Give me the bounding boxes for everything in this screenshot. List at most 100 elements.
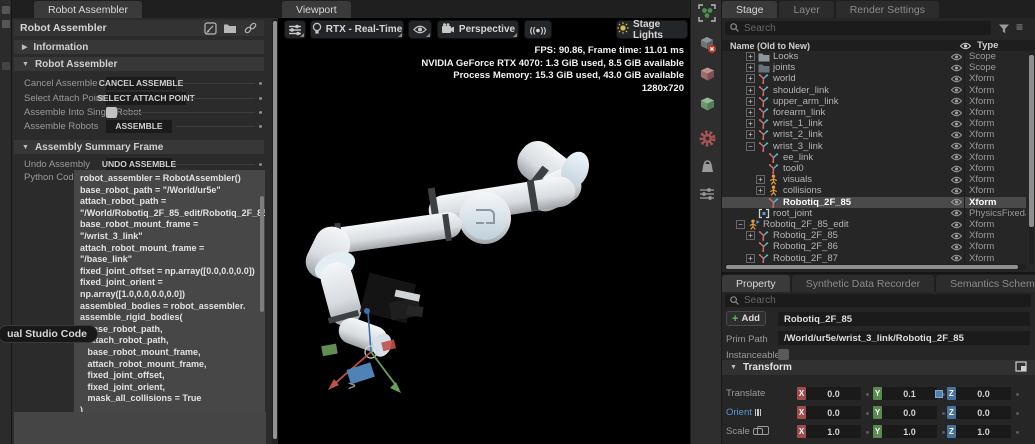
add-property-button[interactable]: + Add (726, 311, 766, 326)
reset-dot[interactable] (1016, 393, 1019, 396)
expander-icon[interactable]: + (746, 253, 755, 263)
expander-icon[interactable]: − (746, 141, 755, 151)
expander-icon[interactable]: + (746, 63, 755, 73)
expander-icon[interactable]: + (746, 96, 755, 106)
visibility-eye-icon[interactable] (948, 221, 964, 229)
scale-x-field[interactable]: 1.0 (806, 425, 861, 438)
dock-icon[interactable] (2, 20, 10, 28)
translate-x-field[interactable]: 0.0 (806, 387, 861, 400)
prim-name[interactable]: Robotiq_2F_87 (771, 253, 948, 263)
tab-property[interactable]: Property (722, 275, 790, 292)
prim-name[interactable]: forearm_link (771, 107, 948, 118)
stage-row-Robotiq_2F_85_edit[interactable]: − Robotiq_2F_85_edit Xform (722, 219, 1026, 231)
collider-cube-red-icon[interactable] (695, 62, 719, 86)
dock-icon[interactable] (2, 62, 10, 70)
expander-icon[interactable]: + (756, 186, 765, 196)
visibility-eye-icon[interactable] (948, 131, 964, 139)
visibility-eye-icon[interactable] (948, 97, 964, 105)
tab-stage[interactable]: Stage (722, 1, 778, 18)
reset-dot[interactable] (259, 162, 262, 166)
expander-icon[interactable]: − (736, 220, 745, 230)
visibility-eye-icon[interactable] (948, 53, 964, 61)
reset-dot[interactable] (259, 81, 262, 85)
open-folder-icon[interactable] (222, 22, 238, 35)
python-code-field[interactable]: robot_assembler = RobotAssembler() base_… (74, 170, 265, 412)
reset-dot[interactable] (1016, 412, 1019, 415)
visibility-button[interactable] (408, 20, 432, 39)
stage-horizontal-scrollbar[interactable] (724, 264, 1026, 270)
reset-dot[interactable] (866, 412, 869, 415)
edit-icon[interactable] (202, 21, 218, 35)
reset-dot[interactable] (259, 124, 262, 128)
stage-row-upper_arm_link[interactable]: + upper_arm_link Xform (722, 95, 1026, 107)
renderer-dropdown[interactable]: RTX - Real-Time (310, 20, 404, 39)
assemble-button[interactable]: ASSEMBLE (106, 119, 172, 133)
prim-name[interactable]: wrist_2_link (771, 129, 948, 140)
stage-row-Robotiq_2F_86[interactable]: Robotiq_2F_86 Xform (722, 241, 1026, 253)
reset-dot[interactable] (942, 412, 945, 415)
scale-z-field[interactable]: 1.0 (956, 425, 1011, 438)
stage-vertical-scrollbar[interactable] (1029, 52, 1034, 264)
column-type[interactable]: Type (973, 40, 1035, 51)
expander-icon[interactable]: + (756, 175, 765, 185)
prim-name[interactable]: root_joint (771, 208, 948, 219)
expander-icon[interactable]: + (746, 52, 755, 62)
expander-icon[interactable]: + (746, 74, 755, 84)
stage-search-input[interactable]: Search (725, 21, 991, 35)
prim-name[interactable]: wrist_3_link (771, 141, 948, 152)
section-robot-assembler[interactable]: ▼ Robot Assembler (14, 57, 264, 71)
expander-icon[interactable]: + (746, 85, 755, 95)
stage-row-tool0[interactable]: tool0 Xform (722, 163, 1026, 175)
stage-lights-button[interactable]: Stage Lights (616, 19, 688, 41)
link-icon[interactable] (242, 22, 258, 35)
no-physics-cube-icon[interactable] (695, 32, 719, 56)
tab-layer[interactable]: Layer (779, 1, 834, 18)
expander-icon[interactable]: + (746, 119, 755, 129)
tab-render-settings[interactable]: Render Settings (835, 1, 940, 18)
orient-x-field[interactable]: 0.0 (806, 406, 861, 419)
expander-icon[interactable]: + (746, 130, 755, 140)
column-visibility-eye-icon[interactable] (957, 42, 973, 50)
stage-row-Looks[interactable]: + Looks Scope (722, 51, 1026, 63)
prim-name[interactable]: wrist_1_link (771, 118, 948, 129)
stage-row-Robotiq_2F_85[interactable]: + Robotiq_2F_85 Xform (722, 230, 1026, 242)
reset-dot[interactable] (1016, 431, 1019, 434)
orient-y-field[interactable]: 0.0 (882, 406, 937, 419)
prim-name[interactable]: Robotiq_2F_85 (781, 197, 948, 208)
multi-edit-icon[interactable] (1015, 360, 1027, 375)
options-menu-icon[interactable]: ≡ (1016, 20, 1023, 34)
tab-synthetic-data-recorder[interactable]: Synthetic Data Recorder (791, 275, 935, 292)
stage-row-collisions[interactable]: + collisions Xform (722, 185, 1026, 197)
stage-row-shoulder_link[interactable]: + shoulder_link Xform (722, 84, 1026, 96)
prim-name[interactable]: Robotiq_2F_85 (771, 230, 948, 241)
mass-weight-icon[interactable] (695, 154, 719, 178)
simulation-settings-icon[interactable] (695, 182, 719, 206)
translate-y-field[interactable]: 0.1 (882, 387, 937, 400)
stage-column-header[interactable]: Name (Old to New) Type (722, 40, 1035, 51)
visibility-eye-icon[interactable] (948, 75, 964, 83)
orient-z-field[interactable]: 0.0 (956, 406, 1011, 419)
visibility-eye-icon[interactable] (948, 109, 964, 117)
prim-name[interactable]: Looks (771, 51, 948, 62)
translate-z-field[interactable]: 0.0 (956, 387, 1011, 400)
expander-icon[interactable]: + (746, 231, 755, 241)
visibility-eye-icon[interactable] (948, 153, 964, 161)
visibility-eye-icon[interactable] (948, 142, 964, 150)
prim-name[interactable]: joints (771, 62, 948, 73)
transform-section-header[interactable]: ▼ Transform (722, 360, 1035, 375)
visibility-eye-icon[interactable] (948, 198, 964, 206)
assemble-single-robot-checkbox[interactable] (106, 106, 117, 118)
stage-row-wrist_2_link[interactable]: + wrist_2_link Xform (722, 129, 1026, 141)
visibility-eye-icon[interactable] (948, 187, 964, 195)
stage-row-ee_link[interactable]: ee_link Xform (722, 151, 1026, 163)
prim-name[interactable]: world (771, 73, 948, 84)
undo-assemble-button[interactable]: UNDO ASSEMBLE (102, 157, 176, 171)
camera-dropdown[interactable]: Perspective (437, 20, 519, 39)
visibility-eye-icon[interactable] (948, 165, 964, 173)
prim-path-field[interactable]: /World/ur5e/wrist_3_link/Robotiq_2F_85 (778, 331, 1030, 345)
plane-handle-icon[interactable] (935, 390, 943, 398)
filter-icon[interactable] (998, 22, 1010, 40)
prim-name[interactable]: Robotiq_2F_86 (771, 241, 948, 252)
scale-y-field[interactable]: 1.0 (882, 425, 937, 438)
section-assembly-summary[interactable]: ▼ Assembly Summary Frame (14, 140, 264, 154)
